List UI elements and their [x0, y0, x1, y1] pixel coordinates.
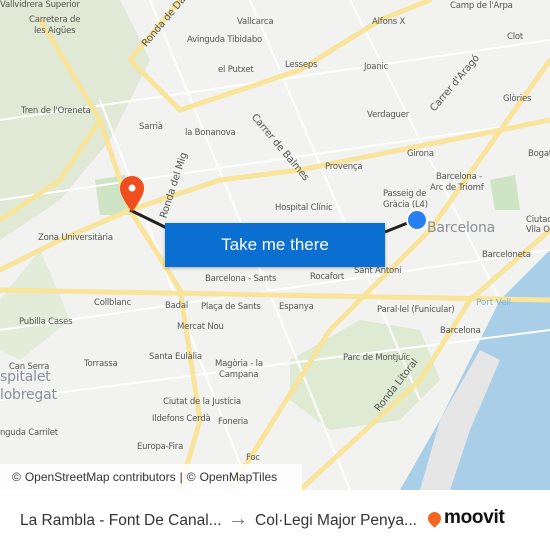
map-label: Glòries — [503, 94, 532, 104]
map-label: Carretera de — [29, 15, 81, 25]
map-label: Santa Eulàlia — [149, 352, 202, 362]
copyright-symbol: © — [12, 470, 21, 484]
map-label: Plaça de Sants — [201, 302, 261, 312]
map-label: Gràcia (L4) — [383, 200, 428, 210]
map-label: Port Vell — [476, 298, 511, 308]
map-label: Ildefons Cerdà — [152, 414, 211, 424]
map-label: Vallvidrera Superior — [0, 0, 80, 10]
moovit-wordmark: moovit — [444, 507, 505, 528]
destination-name: Col·Legi Major Penya... — [255, 512, 417, 529]
map-label: Clot — [507, 32, 524, 42]
map-label: Avinguda Tibidabo — [187, 35, 263, 45]
map-label: Alfons X — [372, 17, 406, 27]
map-attribution: © OpenStreetMap contributors | © OpenMap… — [0, 464, 302, 490]
map-label: Sarrià — [139, 122, 163, 132]
map-label: Paral·lel (Funicular) — [377, 305, 455, 315]
map-label: Sant Antoni — [354, 266, 402, 276]
green-area — [490, 175, 520, 210]
map-label: Vila Ol — [526, 225, 550, 235]
map-label: Tren de l'Oreneta — [21, 106, 91, 116]
map-label: Bogat — [528, 149, 550, 159]
map-label: Joanic — [364, 62, 389, 72]
moovit-logo: moovit — [425, 507, 505, 529]
map-label: Camp de l'Arpa — [450, 1, 513, 11]
map-label: Barcelona — [440, 326, 481, 336]
destination-marker — [406, 209, 428, 231]
map-label: Barcelona — [427, 220, 496, 236]
map-label: Verdaguer — [367, 110, 410, 120]
map-label: Hospital Clínic — [275, 203, 333, 213]
map-label: el Putxet — [218, 65, 254, 75]
map-label: Badal — [165, 301, 189, 311]
map-label: Barceloneta — [482, 250, 531, 260]
map-label: Provença — [325, 162, 363, 172]
omt-attribution-link[interactable]: OpenMapTiles — [200, 470, 278, 484]
map-label: spitalet — [0, 369, 51, 385]
map-label: les Aigües — [34, 26, 76, 36]
osm-attribution-link[interactable]: OpenStreetMap contributors — [25, 470, 176, 484]
map-label: Campana — [219, 370, 259, 380]
map-label: Parc de Montjuïc — [343, 353, 410, 363]
map-label: Zona Universitària — [38, 233, 113, 243]
map-label: Ciutat de la Justícia — [163, 397, 241, 407]
map-label: la Bonanova — [185, 128, 236, 138]
map-label: Torrassa — [84, 359, 118, 369]
map-label: Foneria — [218, 417, 249, 427]
origin-stop-name: La Rambla - Font De Canal... — [20, 512, 222, 529]
moovit-pin-icon — [425, 508, 444, 528]
map-label: Foc — [246, 453, 260, 463]
map-label: Europa-Fira — [137, 442, 184, 452]
map-label: lobregat — [0, 387, 57, 403]
route-footer: La Rambla - Font De Canal... → Col·Legi … — [0, 490, 550, 550]
map-label: Lesseps — [285, 60, 318, 70]
map-label: Rocafort — [310, 272, 345, 282]
map-label: Barcelona - Sants — [205, 274, 277, 284]
copyright-symbol: © — [186, 470, 196, 484]
map-label: Arc de Triomf — [430, 183, 484, 193]
map-label: Pubilla Cases — [19, 317, 73, 327]
map-label: Girona — [407, 149, 434, 159]
map-label: Passeig de — [383, 189, 427, 199]
map-label: Vallcarca — [237, 17, 274, 27]
map-label: Espanya — [279, 302, 314, 312]
map-label: Magòria - la — [215, 359, 263, 369]
route-line — [384, 220, 411, 234]
attribution-separator: | — [179, 470, 183, 484]
take-me-there-button[interactable]: Take me there — [165, 223, 385, 267]
map-label: nguda Carrilet — [0, 428, 58, 438]
map[interactable]: Vallvidrera Superior Carretera de les Ai… — [0, 0, 550, 490]
park-montjuic — [290, 320, 440, 430]
map-label: Collblanc — [94, 298, 132, 308]
map-label: Barcelona - — [436, 172, 482, 182]
map-label: Ciutad — [526, 215, 550, 225]
arrow-right-icon: → — [228, 508, 248, 530]
map-label: Mercat Nou — [177, 322, 224, 332]
